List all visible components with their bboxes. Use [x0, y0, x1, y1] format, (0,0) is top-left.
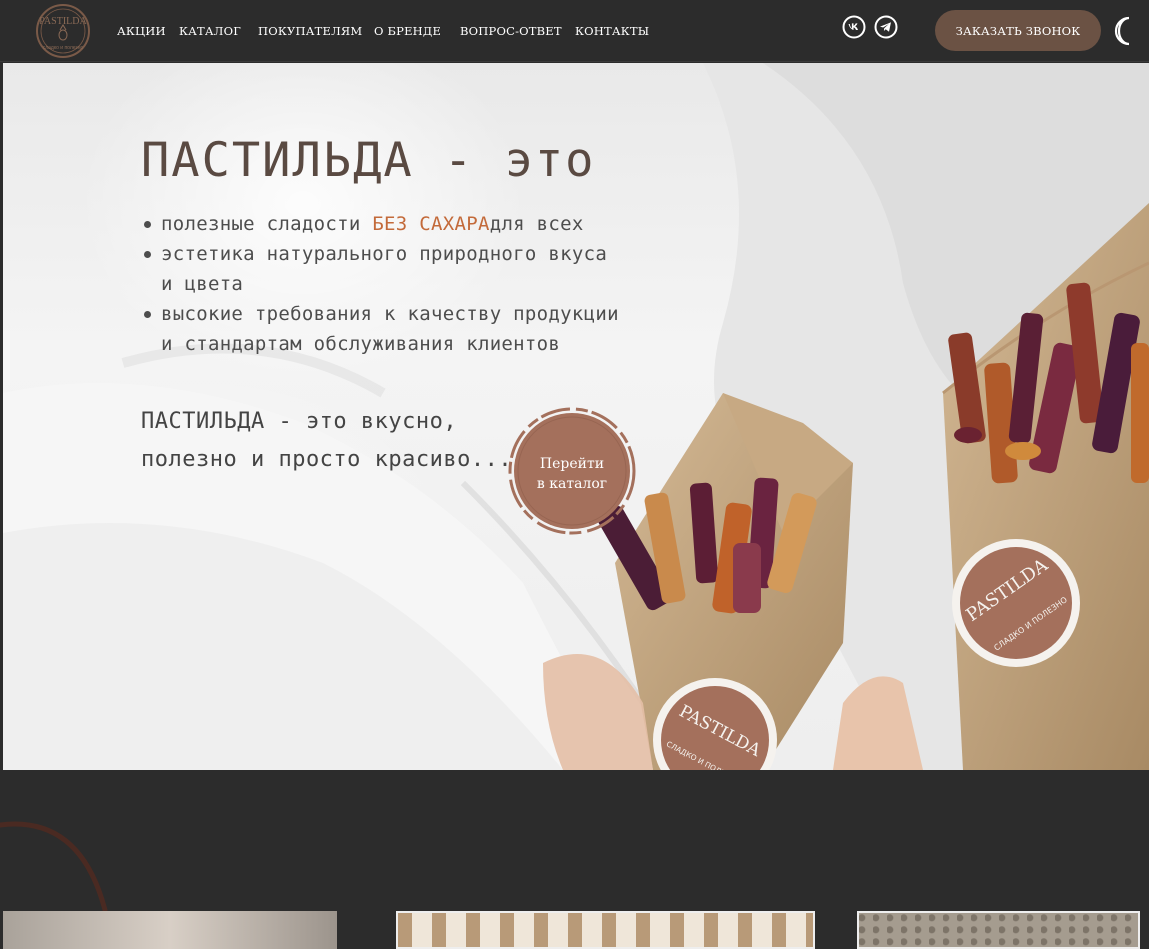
nav-contacts[interactable]: КОНТАКТЫ: [575, 24, 649, 38]
moon-icon: [1114, 16, 1130, 46]
vk-link[interactable]: [842, 15, 866, 39]
hero-title: ПАСТИЛЬДА - это: [141, 133, 596, 188]
nav-customers[interactable]: ПОКУПАТЕЛЯМ: [258, 24, 362, 38]
hero-section: PASTILDA СЛАДКО И ПОЛЕЗНО PASTILDA СЛАДК…: [3, 63, 1149, 770]
nav-about-brand[interactable]: О БРЕНДЕ: [374, 24, 441, 38]
pineapple-logo-icon: PASTILDA сладко и полезно: [36, 4, 90, 58]
brand-logo[interactable]: PASTILDA сладко и полезно: [33, 2, 93, 60]
team-section: [0, 770, 1149, 949]
catalog-button-label: Перейти в каталог: [536, 456, 608, 492]
telegram-link[interactable]: [874, 15, 898, 39]
benefit-text: для всех: [489, 213, 584, 235]
site-header: PASTILDA сладко и полезно АКЦИИ КАТАЛОГ …: [0, 0, 1149, 62]
team-photo-3: [857, 911, 1140, 949]
benefit-quality: высокие требования к качеству продукции …: [141, 299, 621, 359]
vk-icon: [842, 15, 866, 39]
team-photo-1: [3, 911, 337, 949]
benefits-list: полезные сладости БЕЗ САХАРАдля всех эст…: [141, 209, 621, 359]
nav-promotions[interactable]: АКЦИИ: [117, 24, 166, 38]
benefit-no-sugar: полезные сладости БЕЗ САХАРАдля всех: [141, 209, 621, 239]
nav-faq[interactable]: ВОПРОС-ОТВЕТ: [460, 24, 562, 38]
request-callback-button[interactable]: ЗАКАЗАТЬ ЗВОНОК: [935, 10, 1101, 51]
telegram-icon: [874, 15, 898, 39]
no-sugar-highlight: БЕЗ САХАРА: [372, 213, 490, 235]
benefit-text: полезные сладости: [161, 213, 373, 235]
hero-tagline: ПАСТИЛЬДА - это вкусно, полезно и просто…: [141, 409, 513, 472]
team-photo-2: [396, 911, 815, 949]
benefit-natural-aesthetics: эстетика натурального природного вкуса и…: [141, 239, 621, 299]
theme-toggle[interactable]: [1110, 15, 1136, 47]
go-to-catalog-button[interactable]: Перейти в каталог: [508, 406, 636, 536]
svg-text:сладко и полезно: сладко и полезно: [43, 45, 84, 51]
nav-catalog[interactable]: КАТАЛОГ: [179, 24, 241, 38]
